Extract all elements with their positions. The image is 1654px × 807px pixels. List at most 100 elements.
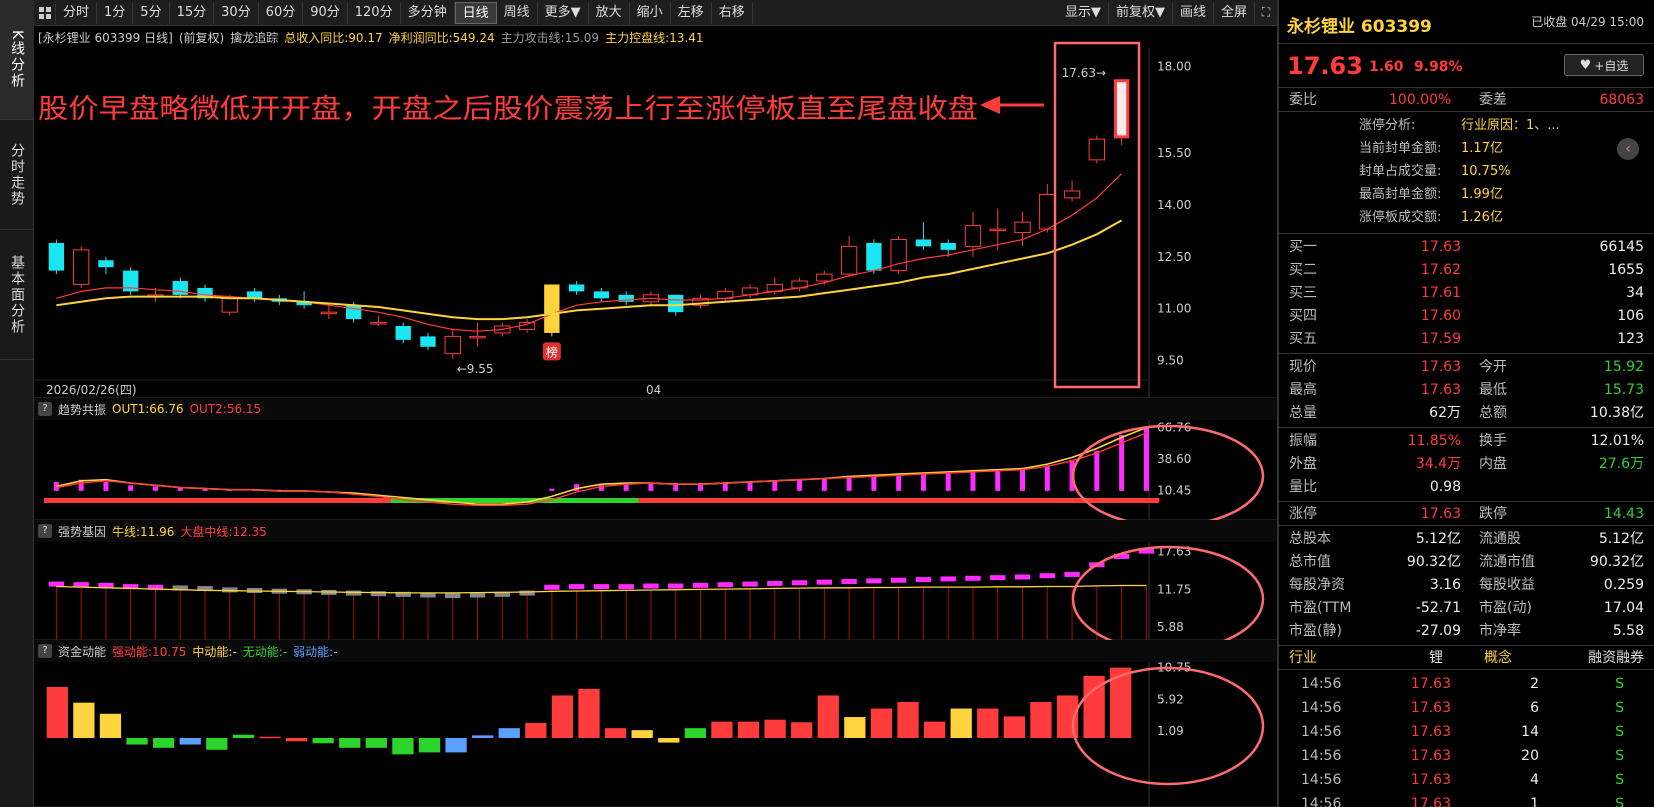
stock-tag[interactable]: 概念 [1484,646,1512,670]
fund-momentum-bar [631,730,653,738]
toolbar-btn-1[interactable]: 1分 [97,1,134,24]
help-icon[interactable]: ? [38,402,52,416]
left-nav: K线分析 分时走势 基本面分析 [0,0,34,807]
fund-momentum-bar [153,738,175,748]
stock-tag[interactable]: 锂 [1429,646,1443,670]
gene-block [1039,573,1055,579]
toolbar-btn-3[interactable]: 15分 [170,1,215,24]
trend-bar [970,471,976,491]
trend-band-segment [564,498,590,503]
panel-value: OUT1:66.76 [112,402,184,416]
candle [544,284,560,337]
quote-value: 0.259 [1603,577,1644,593]
panel-title[interactable]: 资金动能 [58,643,106,660]
stock-tag[interactable]: 融资融券 [1588,646,1644,670]
layout-grid-icon[interactable] [34,1,56,24]
toolbar-btn-6[interactable]: 90分 [303,1,348,24]
candle [172,277,188,299]
fund-momentum-bar [365,738,387,748]
trend-band-segment [663,498,689,503]
trend-band-segment [143,498,169,503]
fund-momentum-bar [604,728,627,738]
trend-bar [797,479,803,491]
low-price-label: ←9.55 [457,362,494,376]
chart-area: [永杉锂业 603399 日线] (前复权) 擒龙追踪 总收入同比:90.17 净… [34,26,1277,807]
tick-volume: 20 [1521,748,1539,764]
panel-title[interactable]: 强势基因 [58,523,106,540]
order-book-bids: 买一 17.63 66145 买二 17.62 1655 买三 17.61 34 买四 17.60 1… [1279,234,1654,354]
quote-label: 总量 [1289,405,1317,421]
gene-block [643,583,659,589]
fund-momentum-bar [285,738,308,742]
trend-band-segment [811,498,838,503]
bid-row[interactable]: 买四 17.60 106 [1279,305,1654,328]
add-watchlist-button[interactable]: ♥ +自选 [1564,54,1644,76]
gene-block [345,590,362,596]
trend-band-segment [44,498,70,503]
toolbar-btn-8[interactable]: 多分钟 [401,1,455,24]
fullscreen-icon[interactable]: ⛶ [1255,2,1277,24]
toolbar-right-btn-1[interactable]: 前复权▼ [1109,1,1173,24]
bang-label: 榜 [546,344,558,359]
toolbar-right-btn-3[interactable]: 全屏 [1214,1,1255,24]
nav-fundamental-analysis[interactable]: 基本面分析 [0,230,34,360]
ma-line-long [56,219,1123,321]
trend-bar [896,475,902,491]
quote-value: 17.63 [1420,359,1461,375]
toolbar-btn-0[interactable]: 分时 [56,1,98,24]
trend-band-segment [712,498,739,503]
fund-momentum-bar [418,738,441,753]
limit-up-row[interactable]: 涨停分析: 行业原因：1、... [1279,114,1654,137]
toolbar-btn-14[interactable]: 左移 [671,1,712,24]
candle [123,267,139,295]
candle [48,239,65,275]
tick-price: 17.63 [1410,700,1451,716]
trend-band-segment [316,498,342,503]
toolbar-btn-4[interactable]: 30分 [214,1,259,24]
toolbar-right-btn-2[interactable]: 画线 [1173,1,1214,24]
fund-momentum-bar [551,695,574,738]
nav-intraday-trend[interactable]: 分时走势 [0,120,34,230]
toolbar-btn-11[interactable]: 更多▼ [538,1,589,24]
candle [197,284,213,302]
help-icon[interactable]: ? [38,524,52,538]
quote-label: 每股净资 [1289,577,1345,593]
nav-kline-analysis[interactable]: K线分析 [0,0,34,120]
toolbar-btn-9[interactable]: 日线 [454,1,497,24]
bid-row[interactable]: 买一 17.63 66145 [1279,236,1654,259]
quote-label: 最高 [1289,382,1317,398]
tick-list: 14:56 17.63 2 S 14:56 17.63 6 S 14:56 17.63 14 S 14:… [1279,670,1654,807]
tick-price: 17.63 [1410,724,1451,740]
toolbar-right-btn-0[interactable]: 显示▼ [1058,1,1109,24]
limit-up-value: 1.17亿 [1461,141,1503,156]
quote-row: 量比 0.98 [1279,476,1654,499]
quote-value: 62万 [1429,405,1461,421]
quote-label: 内盘 [1479,456,1507,472]
trend-band-segment [589,498,615,503]
bid-row[interactable]: 买二 17.62 1655 [1279,259,1654,282]
toolbar-btn-5[interactable]: 60分 [259,1,304,24]
toolbar-btn-15[interactable]: 右移 [712,1,753,24]
candle [370,315,387,326]
trend-band-segment [1134,498,1160,503]
quote-value: 3.16 [1429,577,1461,593]
help-icon[interactable]: ? [38,644,52,658]
bid-row[interactable]: 买五 17.59 123 [1279,328,1654,351]
toolbar-btn-13[interactable]: 缩小 [630,1,671,24]
p2-axis-label: 5.88 [1157,620,1184,634]
collapse-arrow-icon[interactable]: ‹ [1617,138,1639,160]
tag-row: 行业 锂 概念 融资融券 [1279,646,1654,670]
toolbar-btn-12[interactable]: 放大 [589,1,630,24]
toolbar-btn-2[interactable]: 5分 [133,1,170,24]
toolbar-btn-7[interactable]: 120分 [348,1,401,24]
fund-momentum-bar [525,722,547,738]
quote-label: 换手 [1479,433,1507,449]
candle [717,287,734,302]
quote-value: -52.71 [1415,600,1461,616]
stock-tag[interactable]: 行业 [1289,646,1317,670]
panel-title[interactable]: 趋势共振 [58,401,106,418]
month-label: 04 [646,383,661,397]
bid-row[interactable]: 买三 17.61 34 [1279,282,1654,305]
toolbar-btn-10[interactable]: 周线 [497,1,538,24]
tick-time: 14:56 [1301,676,1342,692]
